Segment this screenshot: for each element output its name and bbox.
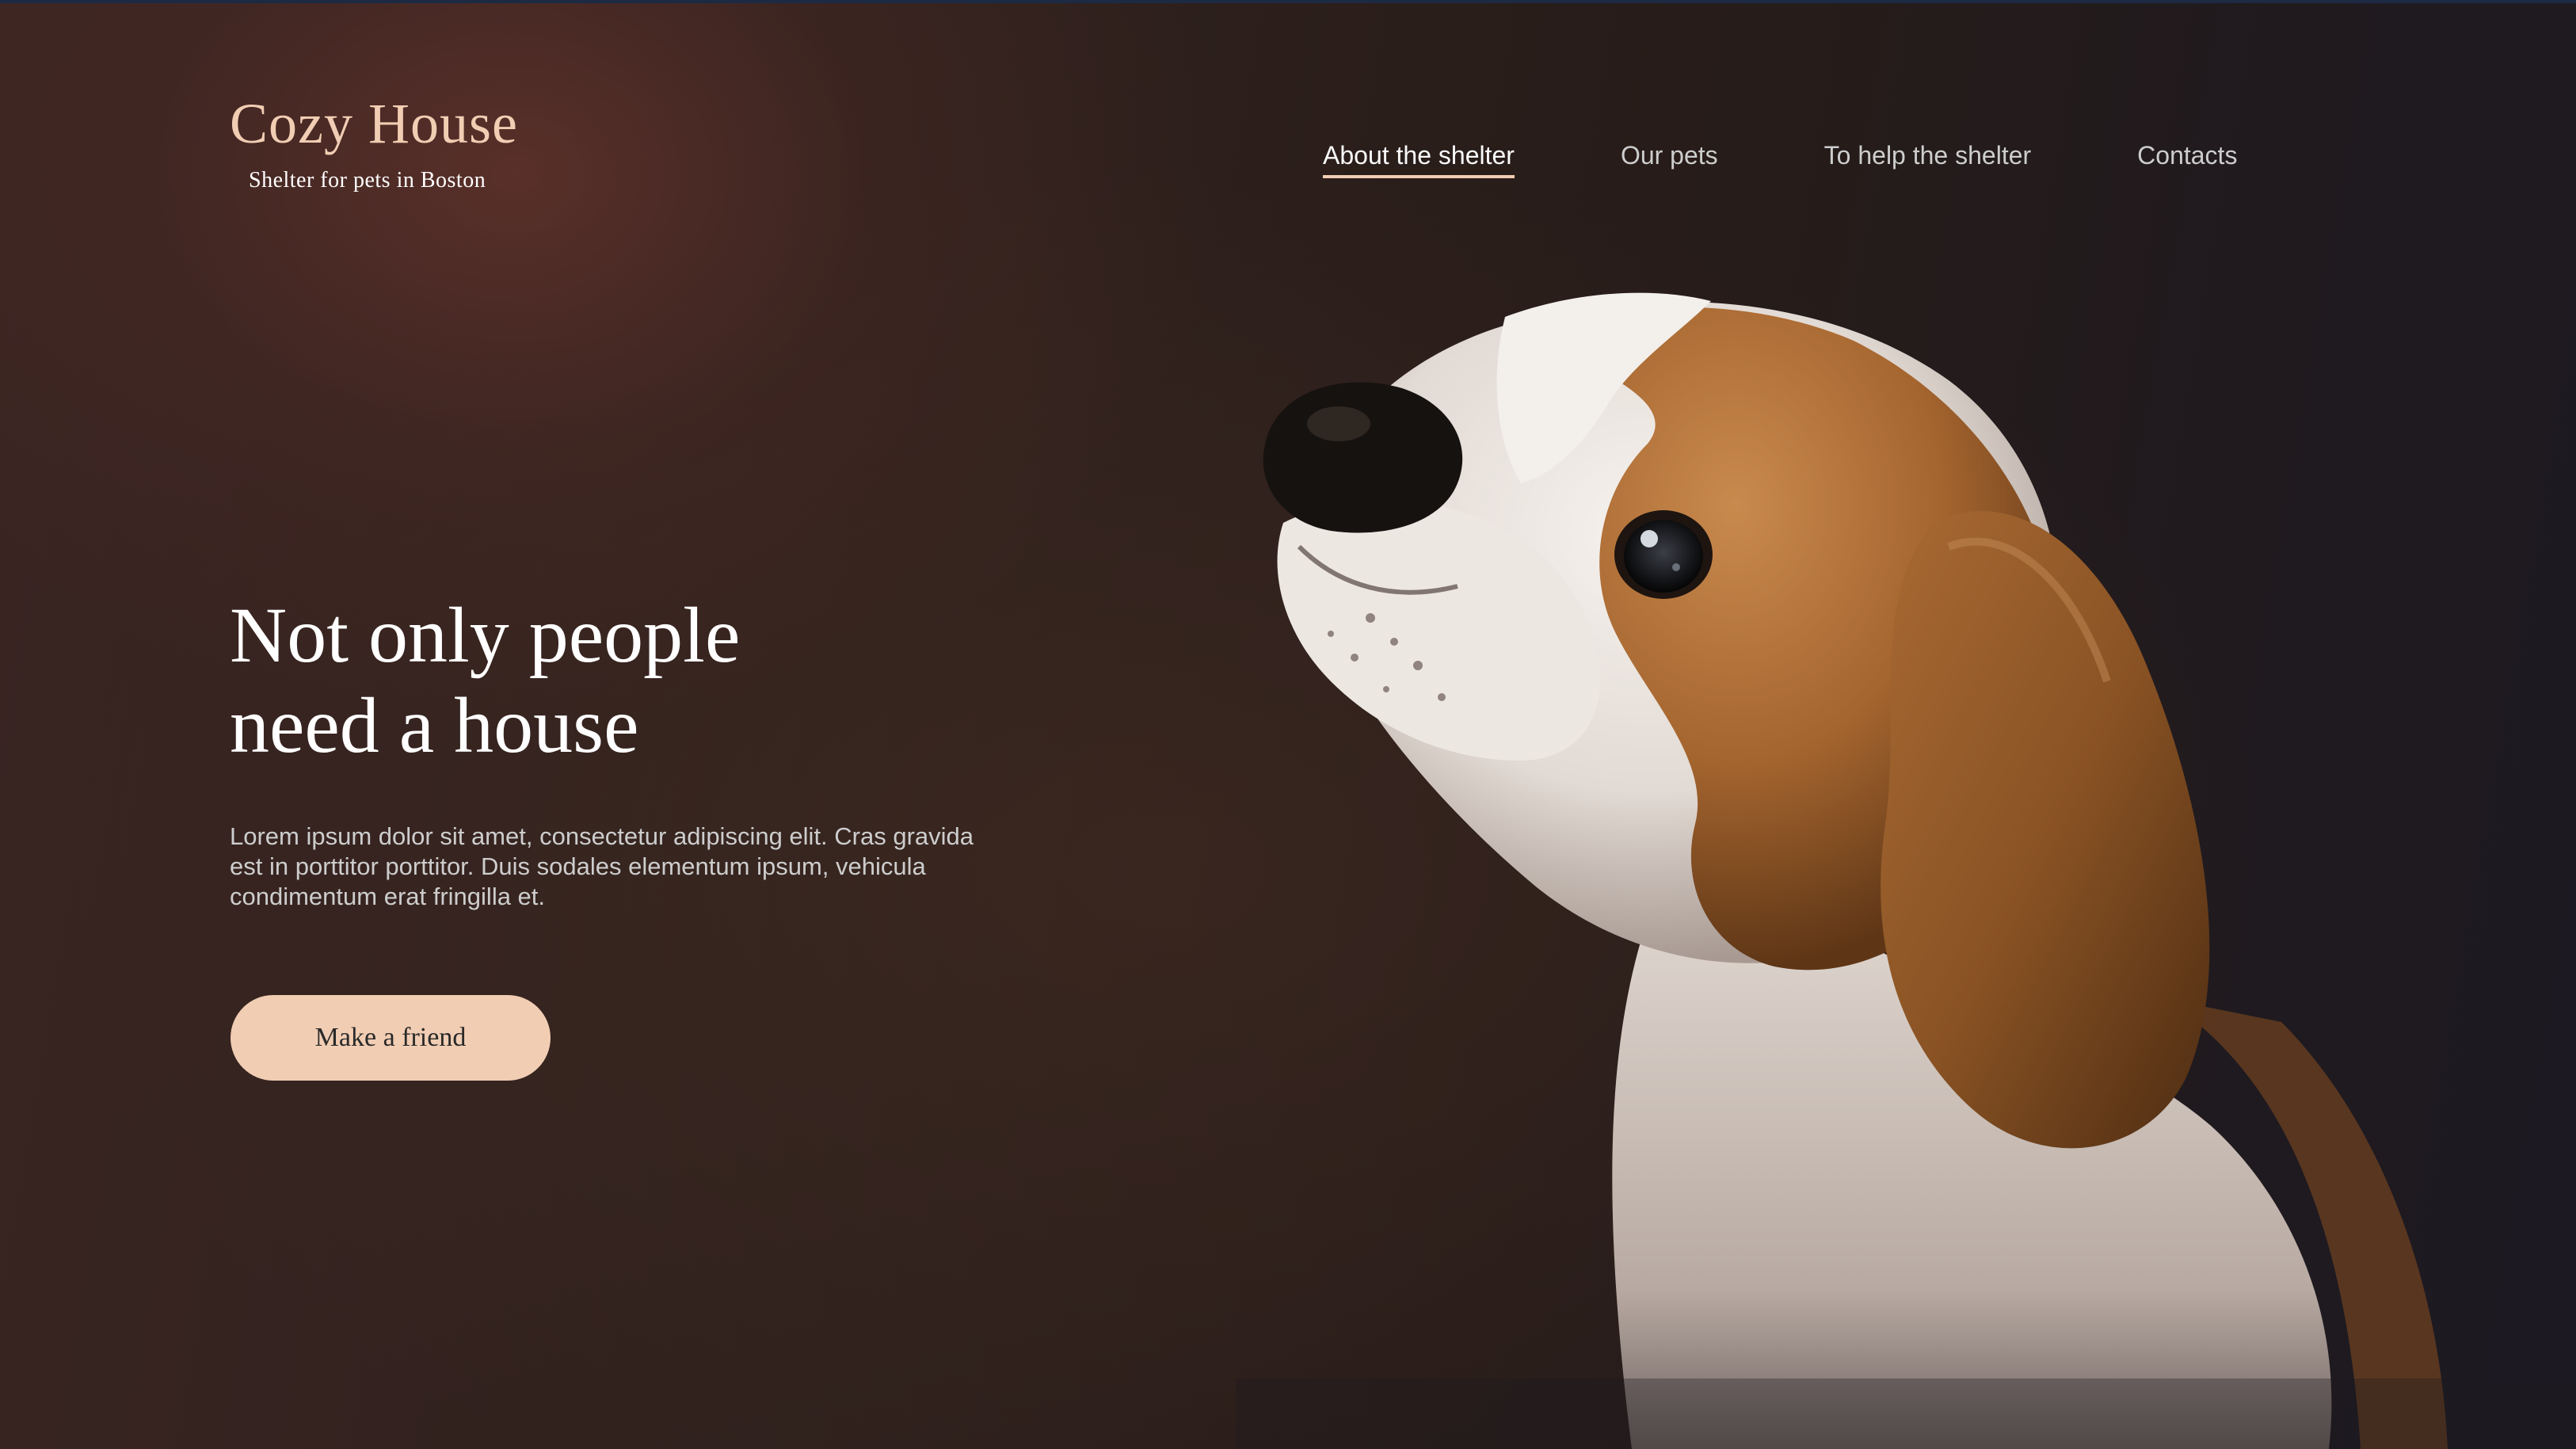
logo[interactable]: Cozy House Shelter for pets in Boston (230, 95, 562, 193)
logo-title: Cozy House (230, 92, 518, 155)
nav-item-our-pets[interactable]: Our pets (1621, 141, 1718, 175)
nav-item-about-shelter[interactable]: About the shelter (1323, 141, 1515, 178)
main-navigation: About the shelter Our pets To help the s… (1323, 141, 2237, 178)
logo-subtitle: Shelter for pets in Boston (249, 168, 486, 193)
hero-title: Not only people need a house (230, 590, 943, 771)
nav-item-help-shelter[interactable]: To help the shelter (1824, 141, 2032, 175)
beagle-puppy-image (1236, 292, 2576, 1449)
hero-description: Lorem ipsum dolor sit amet, consectetur … (230, 822, 974, 910)
make-a-friend-button[interactable]: Make a friend (231, 995, 551, 1081)
nav-item-contacts[interactable]: Contacts (2137, 141, 2237, 175)
hero-title-line-2: need a house (230, 681, 639, 769)
top-border (0, 0, 2576, 3)
hero-title-line-1: Not only people (230, 591, 741, 679)
